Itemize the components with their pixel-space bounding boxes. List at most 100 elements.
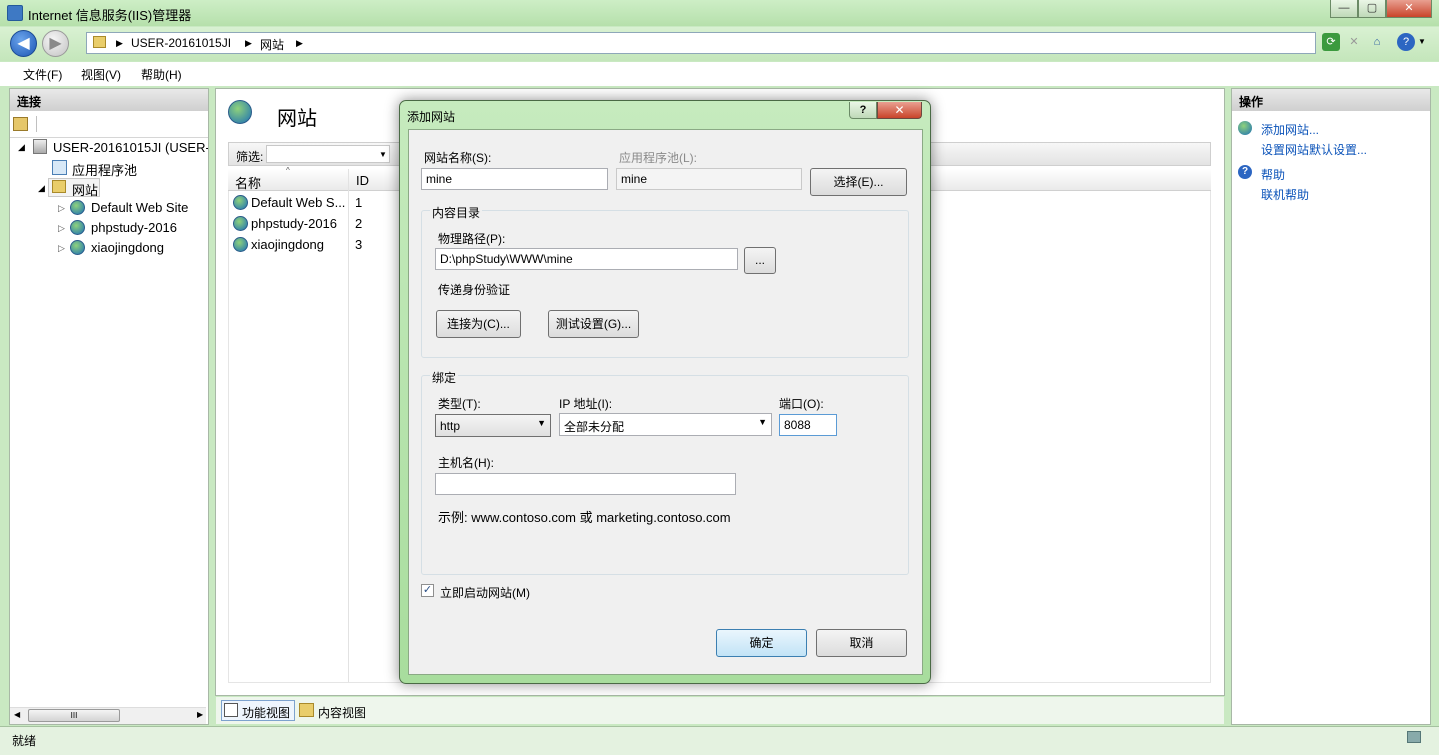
tree-item-sites[interactable]: 网站 [72, 180, 98, 199]
action-site-defaults[interactable]: 设置网站默认设置... [1261, 141, 1367, 158]
forward-button[interactable]: ▶ [42, 30, 69, 57]
dialog-help-button[interactable]: ? [849, 102, 877, 119]
connect-icon[interactable] [13, 117, 28, 131]
port-label: 端口(O): [779, 397, 824, 411]
type-value: http [440, 419, 461, 433]
browse-button[interactable]: ... [744, 247, 776, 274]
connect-as-button[interactable]: 连接为(C)... [436, 310, 521, 338]
sites-folder-icon [52, 180, 66, 193]
scroll-left-icon[interactable]: ◀ [14, 710, 20, 719]
dialog-close-button[interactable]: ✕ [877, 102, 922, 119]
filter-label: 筛选: [236, 150, 264, 164]
content-view-icon [299, 703, 314, 717]
site-globe-icon [233, 237, 248, 252]
breadcrumb-separator-icon[interactable]: ▶ [116, 38, 123, 49]
folder-icon [93, 36, 106, 48]
host-name-input[interactable] [435, 473, 736, 495]
scroll-right-icon[interactable]: ▶ [197, 710, 203, 719]
minimize-button[interactable]: — [1330, 0, 1358, 18]
iis-app-icon [7, 5, 23, 21]
back-button[interactable]: ◀ [10, 30, 37, 57]
action-online-help[interactable]: 联机帮助 [1261, 186, 1309, 203]
app-pool-field: mine [616, 168, 802, 190]
site-globe-icon [70, 220, 85, 235]
app-pool-label: 应用程序池(L): [619, 151, 698, 165]
passthrough-auth-label: 传递身份验证 [438, 283, 511, 297]
tree-collapse-icon[interactable]: ◢ [18, 142, 25, 153]
tree-expand-icon[interactable]: ▷ [58, 223, 65, 234]
column-header-id[interactable]: ID [356, 173, 369, 188]
maximize-button[interactable]: ▢ [1358, 0, 1386, 18]
tree-expand-icon[interactable]: ▷ [58, 243, 65, 254]
help-icon[interactable]: ? [1397, 33, 1415, 51]
list-item-name[interactable]: phpstudy-2016 [251, 216, 337, 231]
close-button[interactable]: ✕ [1386, 0, 1432, 18]
ok-button[interactable]: 确定 [716, 629, 807, 657]
tree-item-xiaojingdong[interactable]: xiaojingdong [91, 240, 164, 255]
refresh-icon[interactable]: ⟳ [1322, 33, 1340, 51]
menu-file[interactable]: 文件(F) [23, 66, 62, 83]
tree-item-server[interactable]: USER-20161015JI (USER-20 [53, 140, 208, 155]
breadcrumb-separator-icon[interactable]: ▶ [296, 38, 303, 49]
scroll-thumb[interactable]: III [28, 709, 120, 722]
help-icon: ? [1238, 165, 1252, 179]
chevron-down-icon: ▼ [537, 418, 546, 428]
tree-expand-icon[interactable]: ▷ [58, 203, 65, 214]
type-label: 类型(T): [438, 397, 481, 411]
actions-header: 操作 [1232, 89, 1430, 111]
network-icon [1407, 731, 1421, 743]
status-text: 就绪 [12, 734, 37, 748]
menu-view[interactable]: 视图(V) [81, 66, 121, 83]
breadcrumb-sites[interactable]: 网站 [260, 36, 284, 53]
site-name-input[interactable]: mine [421, 168, 608, 190]
type-select[interactable]: http ▼ [435, 414, 551, 437]
tab-features-label[interactable]: 功能视图 [242, 704, 290, 721]
list-item-id[interactable]: 2 [355, 216, 362, 231]
home-icon[interactable]: ⌂ [1368, 33, 1386, 51]
sort-asc-icon: ^ [286, 166, 290, 175]
site-name-label: 网站名称(S): [424, 151, 492, 165]
stop-icon[interactable]: ✕ [1345, 33, 1363, 51]
test-settings-button[interactable]: 测试设置(G)... [548, 310, 639, 338]
ip-address-select[interactable]: 全部未分配 ▼ [559, 413, 772, 436]
physical-path-input[interactable]: D:\phpStudy\WWW\mine [435, 248, 738, 270]
window-title: Internet 信息服务(IIS)管理器 [28, 8, 192, 23]
tree-collapse-icon[interactable]: ◢ [38, 183, 45, 194]
tree-item-phpstudy[interactable]: phpstudy-2016 [91, 220, 177, 235]
port-input[interactable]: 8088 [779, 414, 837, 436]
cancel-button[interactable]: 取消 [816, 629, 907, 657]
view-tabs [216, 697, 1224, 724]
title-bar [0, 0, 1439, 26]
chevron-down-icon: ▼ [758, 417, 767, 427]
tab-content-view[interactable]: 内容视图 [318, 704, 366, 721]
filter-input[interactable] [266, 145, 390, 163]
host-name-label: 主机名(H): [438, 456, 494, 470]
list-item-name[interactable]: Default Web S... [251, 195, 345, 210]
menu-help[interactable]: 帮助(H) [141, 66, 182, 83]
host-example-text: 示例: www.contoso.com 或 marketing.contoso.… [438, 510, 731, 525]
server-icon [33, 139, 47, 154]
start-site-checkbox[interactable]: ✓ [421, 584, 434, 597]
list-item-name[interactable]: xiaojingdong [251, 237, 324, 252]
toolbar-divider [10, 137, 208, 138]
site-globe-icon [70, 200, 85, 215]
list-item-id[interactable]: 1 [355, 195, 362, 210]
filter-dropdown-icon[interactable]: ▼ [379, 150, 387, 159]
column-header-name[interactable]: 名称 [235, 173, 261, 192]
help-dropdown-icon[interactable]: ▼ [1418, 37, 1426, 46]
breadcrumb-separator-icon[interactable]: ▶ [245, 38, 252, 49]
site-globe-icon [233, 216, 248, 231]
action-add-site[interactable]: 添加网站... [1261, 121, 1319, 138]
features-view-icon [224, 703, 238, 717]
start-site-label[interactable]: 立即启动网站(M) [440, 584, 530, 601]
list-item-id[interactable]: 3 [355, 237, 362, 252]
menu-bar [0, 62, 1439, 86]
breadcrumb-server[interactable]: USER-20161015JI [131, 36, 231, 50]
tree-item-default-site[interactable]: Default Web Site [91, 200, 188, 215]
tree-item-app-pools[interactable]: 应用程序池 [72, 160, 137, 179]
ip-address-value: 全部未分配 [564, 420, 625, 434]
select-app-pool-button[interactable]: 选择(E)... [810, 168, 907, 196]
content-directory-label: 内容目录 [430, 204, 483, 221]
dialog-title: 添加网站 [407, 110, 456, 124]
action-help[interactable]: 帮助 [1261, 166, 1285, 183]
